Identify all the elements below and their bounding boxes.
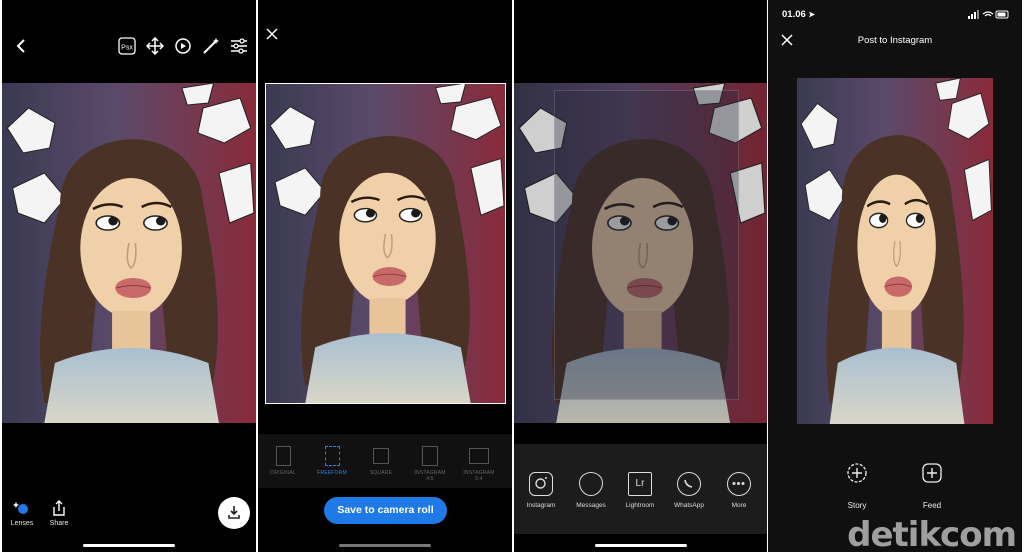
ratio-square[interactable]: SQUARE <box>357 446 405 476</box>
share-messages-label: Messages <box>576 502 606 509</box>
lightroom-icon: Lr <box>628 472 652 496</box>
share-label: Share <box>49 520 69 527</box>
status-time: 01.06 ➤ <box>782 9 815 20</box>
story-add-icon <box>847 463 867 483</box>
ratio-instagram-45-label: INSTAGRAM 4:5 <box>406 470 454 482</box>
ratio-square-label: SQUARE <box>369 470 393 476</box>
story-label: Story <box>847 501 867 510</box>
move-icon[interactable] <box>146 37 164 55</box>
page-title: Post to Instagram <box>857 35 933 46</box>
psx-icon[interactable]: Psx <box>118 37 136 55</box>
ratio-freeform[interactable]: FREEFORM <box>308 446 356 476</box>
battery-icon <box>995 10 1009 19</box>
aspect-ratio-bar: ORIGINAL FREEFORM SQUARE INSTAGRAM 4:5 I… <box>258 434 512 488</box>
share-targets: Instagram Messages Lr Lightroom WhatsApp… <box>514 444 767 534</box>
feed-add-icon <box>922 463 942 483</box>
share-lightroom-label: Lightroom <box>625 502 655 509</box>
back-icon[interactable] <box>15 38 27 54</box>
ratio-instagram-45-sub: 4:5 <box>426 476 434 482</box>
ratio-freeform-icon <box>324 446 340 466</box>
share-preview-overlay <box>554 90 739 400</box>
signal-icon <box>968 10 979 19</box>
share-lightroom[interactable]: Lr Lightroom <box>615 472 665 509</box>
home-indicator <box>339 544 431 547</box>
story-option[interactable]: Story <box>837 463 877 510</box>
share-messages[interactable]: Messages <box>566 472 616 509</box>
home-indicator <box>594 544 687 547</box>
ratio-instagram-45-icon <box>422 446 438 466</box>
share-screen: Instagram Messages Lr Lightroom WhatsApp… <box>514 0 767 552</box>
ratio-original-icon <box>275 446 291 466</box>
share-instagram[interactable]: Instagram <box>516 472 566 509</box>
redo-history-icon[interactable] <box>174 37 192 55</box>
editor-toolbar: Psx <box>2 0 256 80</box>
ratio-original[interactable]: ORIGINAL <box>259 446 307 476</box>
ratio-instagram-54-icon <box>469 448 489 464</box>
share-whatsapp-label: WhatsApp <box>674 502 704 509</box>
ratio-freeform-label: FREEFORM <box>317 470 347 476</box>
ratio-instagram-54-label: INSTAGRAM 5:4 <box>455 470 503 482</box>
share-instagram-label: Instagram <box>526 502 556 509</box>
ratio-square-icon <box>373 448 389 464</box>
ratio-instagram-45[interactable]: INSTAGRAM 4:5 <box>406 446 454 482</box>
instagram-post-screen: 01.06 ➤ Post to Instagram Story Feed <box>768 0 1022 552</box>
edited-photo <box>2 83 256 423</box>
share-icon[interactable] <box>51 500 67 516</box>
ratio-instagram-54[interactable]: INSTAGRAM 5:4 <box>455 446 503 482</box>
wifi-icon <box>982 11 994 17</box>
lenses-label: Lenses <box>10 520 34 527</box>
status-icons <box>968 10 1010 20</box>
ratio-instagram-54-sub: 5:4 <box>475 476 483 482</box>
save-to-camera-roll-button[interactable]: Save to camera roll <box>324 497 447 524</box>
editor-screen: Psx Lenses Share <box>2 0 256 552</box>
magic-wand-icon[interactable] <box>202 37 220 55</box>
whatsapp-icon <box>677 472 701 496</box>
crop-screen: ORIGINAL FREEFORM SQUARE INSTAGRAM 4:5 I… <box>258 0 512 552</box>
instagram-icon <box>529 472 553 496</box>
adjustments-icon[interactable] <box>230 37 248 55</box>
psx-label: Psx <box>121 45 133 52</box>
share-whatsapp[interactable]: WhatsApp <box>664 472 714 509</box>
home-indicator <box>83 544 175 547</box>
feed-label: Feed <box>922 501 942 510</box>
lenses-icon[interactable] <box>13 500 31 516</box>
download-button[interactable] <box>218 497 250 529</box>
share-more-label: More <box>731 502 747 509</box>
location-arrow-icon: ➤ <box>808 10 816 19</box>
instagram-preview-photo <box>797 78 993 424</box>
messages-icon <box>579 472 603 496</box>
more-icon <box>727 472 751 496</box>
download-icon <box>227 505 241 519</box>
feed-option[interactable]: Feed <box>912 463 952 510</box>
close-icon[interactable] <box>266 28 278 40</box>
watermark: detikcom <box>847 515 1017 555</box>
share-more[interactable]: More <box>714 472 764 509</box>
crop-frame[interactable] <box>265 83 506 404</box>
status-time-text: 01.06 <box>782 9 806 20</box>
ratio-original-label: ORIGINAL <box>270 470 296 476</box>
